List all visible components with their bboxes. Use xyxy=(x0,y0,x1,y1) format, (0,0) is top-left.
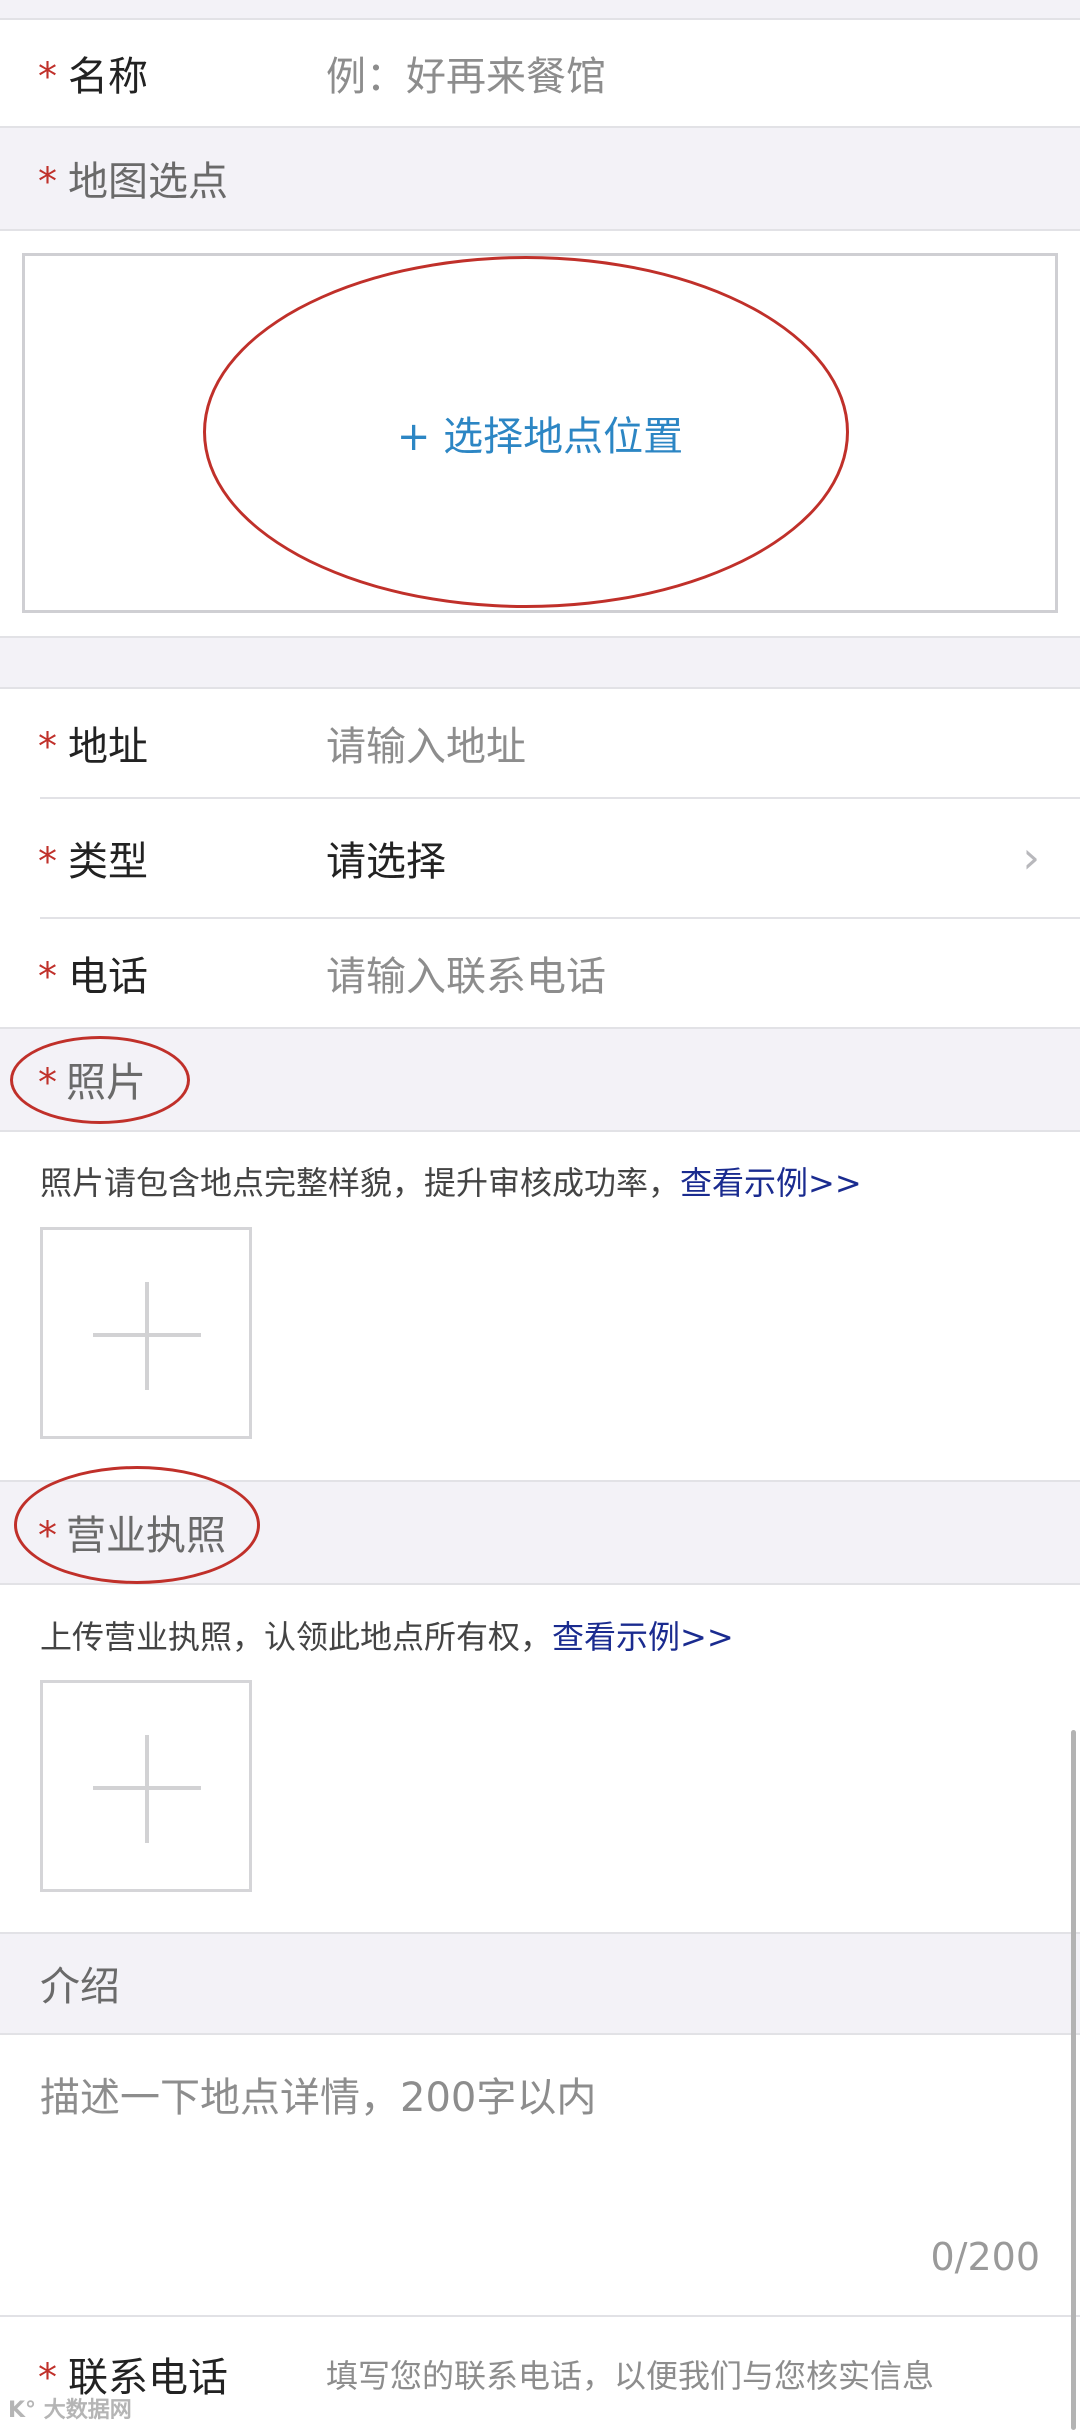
divider xyxy=(0,229,1080,231)
intro-section-header: 介绍 xyxy=(0,1932,1080,2034)
type-label: 类型 xyxy=(68,839,148,885)
photos-example-link[interactable]: 查看示例>> xyxy=(680,1164,862,1202)
type-row[interactable]: * 类型 请选择 › xyxy=(0,799,1080,917)
required-mark: * xyxy=(38,159,57,204)
chevron-right-icon: › xyxy=(1022,832,1040,884)
contact-row[interactable]: * 联系电话 填写您的联系电话，以便我们与您核实信息 xyxy=(0,2317,1080,2430)
top-strip xyxy=(0,0,1080,18)
phone-row[interactable]: * 电话 请输入联系电话 xyxy=(0,919,1080,1027)
required-mark: * xyxy=(38,954,57,999)
license-hint: 上传营业执照，认领此地点所有权，查看示例>> xyxy=(40,1612,734,1658)
contact-input[interactable]: 填写您的联系电话，以便我们与您核实信息 xyxy=(326,2351,934,2397)
license-example-link[interactable]: 查看示例>> xyxy=(552,1618,734,1656)
required-mark: * xyxy=(38,54,57,99)
photo-upload-button[interactable] xyxy=(40,1227,252,1439)
required-mark: * xyxy=(38,1060,57,1105)
section-gap xyxy=(0,636,1080,688)
scrollbar[interactable] xyxy=(1071,1730,1076,2430)
poi-form-page: * 名称 例：好再来餐馆 * 地图选点 + 选择地点位置 * 地址 请输入地址 … xyxy=(0,0,1080,2430)
map-picker-box: + 选择地点位置 xyxy=(22,253,1058,613)
select-location-button[interactable]: + 选择地点位置 xyxy=(25,256,1055,610)
char-counter: 0/200 xyxy=(930,2235,1040,2279)
divider xyxy=(0,1932,1080,1934)
name-label: 名称 xyxy=(68,54,148,100)
intro-textarea[interactable]: 描述一下地点详情，200字以内 0/200 xyxy=(0,2035,1080,2315)
map-section-header: * 地图选点 xyxy=(0,126,1080,230)
map-section-label: 地图选点 xyxy=(68,159,228,205)
divider xyxy=(0,1027,1080,1029)
photos-hint-text: 照片请包含地点完整样貌，提升审核成功率， xyxy=(40,1164,681,1202)
required-mark: * xyxy=(38,1513,57,1558)
divider xyxy=(0,1480,1080,1482)
divider xyxy=(0,1130,1080,1132)
phone-label: 电话 xyxy=(68,954,148,1000)
photos-label: 照片 xyxy=(66,1060,146,1106)
plus-icon xyxy=(145,1282,149,1390)
license-hint-text: 上传营业执照，认领此地点所有权， xyxy=(40,1618,553,1656)
required-mark: * xyxy=(38,839,57,884)
name-row[interactable]: * 名称 例：好再来餐馆 xyxy=(0,20,1080,126)
license-upload-button[interactable] xyxy=(40,1680,252,1892)
address-label: 地址 xyxy=(68,724,148,770)
intro-label: 介绍 xyxy=(40,1964,120,2010)
license-label: 营业执照 xyxy=(66,1513,226,1559)
required-mark: * xyxy=(38,724,57,769)
watermark: K° 大数据网 xyxy=(8,2398,132,2423)
photos-hint: 照片请包含地点完整样貌，提升审核成功率，查看示例>> xyxy=(40,1158,862,1204)
phone-input[interactable]: 请输入联系电话 xyxy=(326,944,606,1002)
photos-section-header: * 照片 xyxy=(0,1027,1080,1131)
intro-placeholder: 描述一下地点详情，200字以内 xyxy=(40,2075,597,2121)
divider xyxy=(0,636,1080,638)
divider xyxy=(0,126,1080,128)
plus-icon xyxy=(145,1735,149,1843)
type-select[interactable]: 请选择 xyxy=(326,829,446,887)
address-input[interactable]: 请输入地址 xyxy=(326,714,526,772)
license-section-header: * 营业执照 xyxy=(0,1480,1080,1584)
address-row[interactable]: * 地址 请输入地址 xyxy=(0,689,1080,797)
name-input[interactable]: 例：好再来餐馆 xyxy=(326,44,606,102)
divider xyxy=(0,1583,1080,1585)
